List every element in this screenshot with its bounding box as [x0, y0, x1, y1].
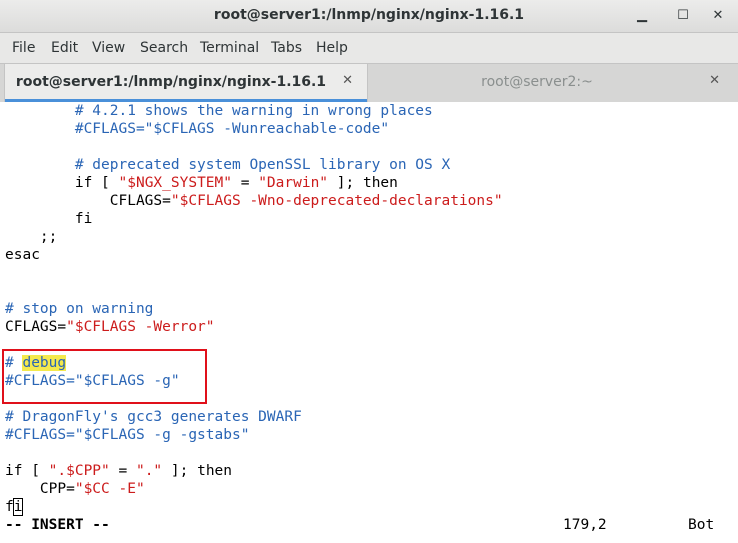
- title-bar: root@server1:/lnmp/nginx/nginx-1.16.1 ▁ …: [0, 0, 738, 33]
- highlight-box: [2, 349, 207, 404]
- code-line: if [ "$NGX_SYSTEM" = "Darwin" ]; then: [5, 174, 398, 192]
- code-line: if [ ".$CPP" = "." ]; then: [5, 462, 232, 480]
- code-line: fi: [5, 498, 24, 516]
- code-line: # deprecated system OpenSSL library on O…: [5, 156, 450, 174]
- scroll-indicator: Bot: [688, 517, 715, 533]
- code-token: CFLAGS=: [5, 193, 171, 209]
- tab-server2[interactable]: root@server2:~ ✕: [370, 64, 734, 102]
- code-token: #CFLAGS="$CFLAGS -g -gstabs": [5, 427, 250, 443]
- code-token: "$CFLAGS -Werror": [66, 319, 215, 335]
- maximize-icon[interactable]: ☐: [673, 6, 693, 26]
- code-token: # deprecated system OpenSSL library on O…: [74, 157, 451, 173]
- menu-edit[interactable]: Edit: [51, 40, 78, 56]
- tab-server1[interactable]: root@server1:/lnmp/nginx/nginx-1.16.1 ✕: [4, 64, 368, 102]
- code-token: "$NGX_SYSTEM": [118, 175, 233, 191]
- menu-file[interactable]: File: [12, 40, 35, 56]
- tab-close-icon[interactable]: ✕: [709, 73, 720, 88]
- menu-help[interactable]: Help: [316, 40, 348, 56]
- menu-terminal[interactable]: Terminal: [200, 40, 259, 56]
- code-line: fi: [5, 210, 92, 228]
- code-token: # stop on warning: [5, 301, 154, 317]
- text-cursor: i: [12, 498, 24, 516]
- code-token: f: [5, 499, 14, 515]
- code-token: ;;: [5, 229, 58, 245]
- code-token: =: [232, 175, 259, 191]
- cursor-position: 179,2: [563, 517, 607, 533]
- code-line: CPP="$CC -E": [5, 480, 145, 498]
- code-line: # DragonFly's gcc3 generates DWARF: [5, 408, 302, 426]
- code-token: ]; then: [162, 463, 233, 479]
- window-title: root@server1:/lnmp/nginx/nginx-1.16.1: [213, 7, 525, 23]
- code-token: "$CC -E": [74, 481, 145, 497]
- code-token: =: [109, 463, 136, 479]
- menu-tabs[interactable]: Tabs: [271, 40, 302, 56]
- tab-close-icon[interactable]: ✕: [342, 73, 353, 88]
- code-token: "Darwin": [258, 175, 329, 191]
- code-token: ".": [135, 463, 163, 479]
- mode-indicator: -- INSERT --: [5, 517, 110, 533]
- code-token: fi: [5, 211, 93, 227]
- code-line: # 4.2.1 shows the warning in wrong place…: [5, 102, 433, 120]
- code-line: esac: [5, 246, 40, 264]
- vim-status-line: -- INSERT -- 179,2 Bot: [5, 516, 733, 534]
- menu-bar: File Edit View Search Terminal Tabs Help: [0, 33, 738, 63]
- code-token: #CFLAGS="$CFLAGS -Wunreachable-code": [74, 121, 390, 137]
- code-token: CFLAGS=: [5, 319, 67, 335]
- tab-bar: root@server1:/lnmp/nginx/nginx-1.16.1 ✕ …: [0, 63, 738, 103]
- code-token: "$CFLAGS -Wno-deprecated-declarations": [170, 193, 503, 209]
- close-icon[interactable]: ✕: [708, 6, 728, 26]
- code-token: if [: [5, 463, 49, 479]
- code-line: ;;: [5, 228, 57, 246]
- code-token: CPP=: [5, 481, 75, 497]
- tab-label: root@server1:/lnmp/nginx/nginx-1.16.1: [15, 74, 327, 90]
- menu-view[interactable]: View: [92, 40, 125, 56]
- code-line: #CFLAGS="$CFLAGS -Wunreachable-code": [5, 120, 389, 138]
- code-token: esac: [5, 247, 40, 263]
- code-token: ".$CPP": [48, 463, 110, 479]
- code-token: # DragonFly's gcc3 generates DWARF: [5, 409, 302, 425]
- terminal-view[interactable]: # 4.2.1 shows the warning in wrong place…: [0, 102, 738, 543]
- code-line: CFLAGS="$CFLAGS -Wno-deprecated-declarat…: [5, 192, 503, 210]
- code-line: CFLAGS="$CFLAGS -Werror": [5, 318, 215, 336]
- menu-search[interactable]: Search: [140, 40, 188, 56]
- tab-label: root@server2:~: [481, 74, 593, 90]
- code-token: ]; then: [328, 175, 398, 191]
- code-token: if [: [5, 175, 119, 191]
- code-token: # 4.2.1 shows the warning in wrong place…: [74, 103, 433, 119]
- minimize-icon[interactable]: ▁: [632, 6, 652, 26]
- code-line: #CFLAGS="$CFLAGS -g -gstabs": [5, 426, 249, 444]
- code-line: # stop on warning: [5, 300, 153, 318]
